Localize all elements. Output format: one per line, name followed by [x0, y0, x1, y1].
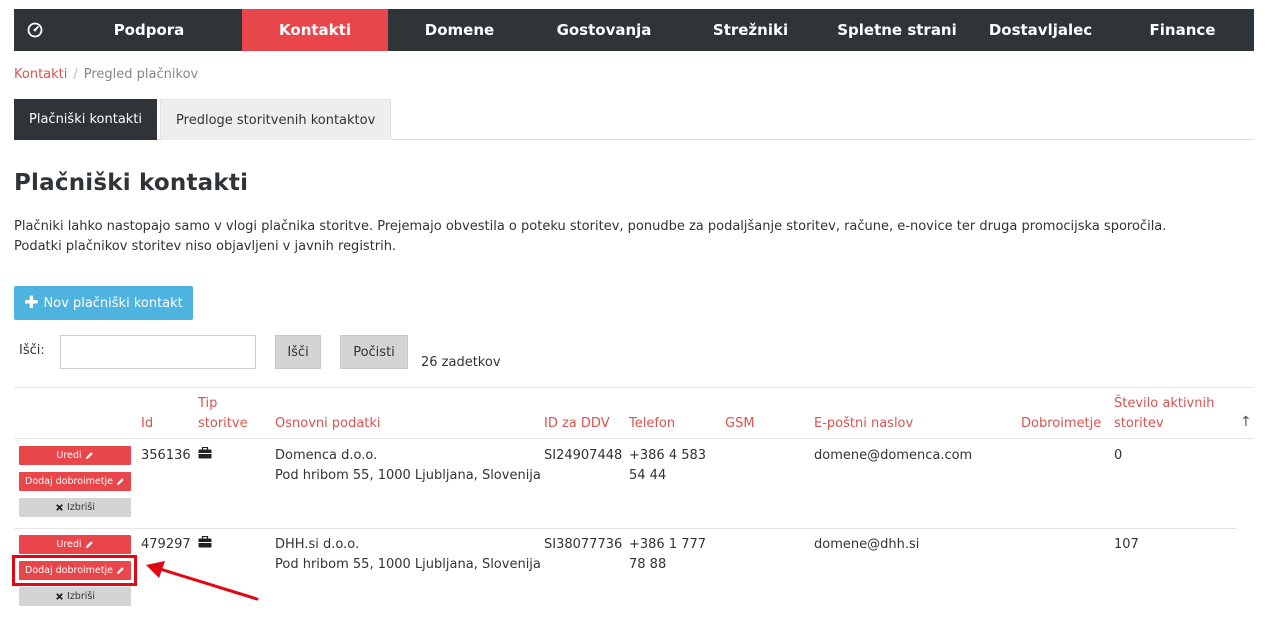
column-header-type[interactable]: Tip storitve: [198, 394, 248, 434]
reset-button[interactable]: Počisti: [340, 335, 408, 369]
tab-bar: Plačniški kontakti Predloge storitvenih …: [14, 99, 1254, 140]
cell-id: 356136: [141, 448, 191, 463]
sort-arrow-icon[interactable]: ↑: [1240, 414, 1252, 430]
column-header-email[interactable]: E-poštni naslov: [814, 414, 913, 434]
dashboard-icon[interactable]: [14, 9, 56, 51]
cell-phone-line1: +386 4 583: [629, 448, 707, 463]
table-top-border: [14, 387, 1254, 388]
cell-company-name: DHH.si d.o.o.: [275, 537, 360, 552]
search-label: Išči:: [19, 343, 45, 358]
page-description: Plačniki lahko nastopajo samo v vlogi pl…: [14, 217, 1214, 257]
top-navigation: Podpora Kontakti Domene Gostovanja Strež…: [14, 9, 1254, 51]
breadcrumb-kontakti-link[interactable]: Kontakti: [14, 67, 67, 82]
pencil-icon: [85, 541, 93, 549]
tab-predloge-storitvenih-kontaktov[interactable]: Predloge storitvenih kontaktov: [160, 99, 392, 140]
cell-id: 479297: [141, 537, 191, 552]
search-button[interactable]: Išči: [275, 335, 321, 369]
cell-vat-id: SI24907448: [544, 448, 623, 463]
cell-phone-line2: 54 44: [629, 468, 667, 483]
breadcrumb: Kontakti / Pregled plačnikov: [14, 67, 198, 82]
cell-address: Pod hribom 55, 1000 Ljubljana, Slovenija: [275, 468, 541, 483]
pencil-icon: [85, 452, 93, 460]
add-credit-button-label: Dodaj dobroimetje: [25, 476, 113, 487]
row-divider: [14, 528, 1237, 529]
page-title: Plačniški kontakti: [14, 170, 249, 196]
briefcase-icon: [198, 446, 212, 466]
column-header-phone[interactable]: Telefon: [629, 414, 675, 434]
column-header-active-services[interactable]: Število aktivnih storitev: [1114, 394, 1214, 434]
cell-email: domene@dhh.si: [814, 537, 920, 552]
delete-button-label: Izbriši: [67, 591, 95, 602]
column-header-vat-id[interactable]: ID za DDV: [544, 414, 610, 434]
nav-item-dostavljalec[interactable]: Dostavljalec: [970, 9, 1111, 51]
cell-active-services: 0: [1114, 448, 1123, 463]
breadcrumb-current: Pregled plačnikov: [83, 67, 199, 82]
cell-phone: +386 4 583 54 44: [629, 446, 706, 486]
cell-phone-line2: 78 88: [629, 557, 667, 572]
cell-phone-line1: +386 1 777: [629, 537, 707, 552]
delete-button[interactable]: Izbriši: [19, 498, 131, 517]
new-payer-contact-button[interactable]: ✚ Nov plačniški kontakt: [14, 286, 193, 320]
close-icon: [56, 593, 63, 600]
cell-basic-data: Domenca d.o.o. Pod hribom 55, 1000 Ljubl…: [275, 446, 541, 486]
annotation-arrow-icon: [146, 561, 259, 601]
column-header-type-line2: storitve: [198, 416, 248, 431]
cell-active-services: 107: [1114, 537, 1139, 552]
search-input[interactable]: [60, 335, 256, 369]
column-header-credit[interactable]: Dobroimetje: [1021, 414, 1101, 434]
cell-phone: +386 1 777 78 88: [629, 535, 706, 575]
pencil-icon: [116, 478, 124, 486]
nav-item-spletne-strani[interactable]: Spletne strani: [824, 9, 970, 51]
edit-button[interactable]: Uredi: [19, 446, 131, 465]
briefcase-icon: [198, 535, 212, 555]
tab-placniski-kontakti[interactable]: Plačniški kontakti: [14, 99, 158, 140]
result-count: 26 zadetkov: [421, 355, 501, 370]
column-header-id[interactable]: Id: [141, 414, 153, 434]
column-header-gsm[interactable]: GSM: [725, 414, 755, 434]
cell-email: domene@domenca.com: [814, 448, 973, 463]
nav-item-kontakti[interactable]: Kontakti: [242, 9, 388, 51]
column-header-type-line1: Tip: [198, 396, 218, 411]
cell-basic-data: DHH.si d.o.o. Pod hribom 55, 1000 Ljublj…: [275, 535, 541, 575]
close-icon: [56, 504, 63, 511]
nav-item-finance[interactable]: Finance: [1111, 9, 1254, 51]
cell-company-name: Domenca d.o.o.: [275, 448, 378, 463]
nav-item-gostovanja[interactable]: Gostovanja: [531, 9, 677, 51]
add-credit-button[interactable]: Dodaj dobroimetje: [19, 472, 131, 491]
breadcrumb-separator: /: [73, 67, 78, 82]
column-header-active-line1: Število aktivnih: [1114, 396, 1215, 411]
cell-address: Pod hribom 55, 1000 Ljubljana, Slovenija: [275, 557, 541, 572]
nav-item-strezniki[interactable]: Strežniki: [677, 9, 824, 51]
delete-button[interactable]: Izbriši: [19, 587, 131, 606]
table-header-border: [14, 438, 1254, 439]
description-line-2: Podatki plačnikov storitev niso objavlje…: [14, 239, 397, 254]
plus-icon: ✚: [24, 293, 39, 313]
column-header-basic-data[interactable]: Osnovni podatki: [275, 414, 381, 434]
delete-button-label: Izbriši: [67, 502, 95, 513]
cell-vat-id: SI38077736: [544, 537, 623, 552]
description-line-1: Plačniki lahko nastopajo samo v vlogi pl…: [14, 219, 1167, 234]
new-payer-contact-label: Nov plačniški kontakt: [43, 295, 183, 311]
edit-button-label: Uredi: [56, 539, 82, 550]
edit-button[interactable]: Uredi: [19, 535, 131, 554]
highlight-box: [12, 555, 137, 586]
column-header-active-line2: storitev: [1114, 416, 1164, 431]
edit-button-label: Uredi: [56, 450, 82, 461]
nav-item-domene[interactable]: Domene: [388, 9, 531, 51]
nav-item-podpora[interactable]: Podpora: [56, 9, 242, 51]
